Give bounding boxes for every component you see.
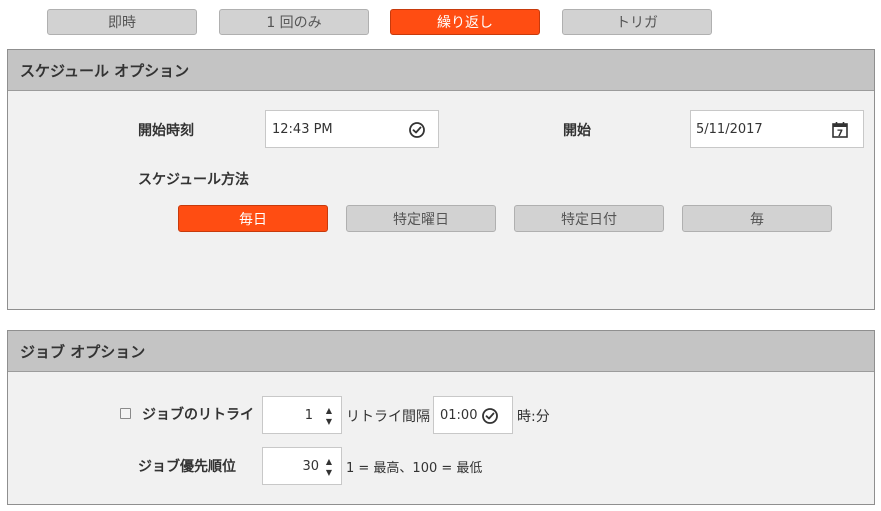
- job-options-header: ジョブ オプション: [8, 331, 874, 372]
- method-every-button[interactable]: 毎: [682, 205, 832, 232]
- schedule-options-header: スケジュール オプション: [8, 50, 874, 91]
- schedule-method-label: スケジュール方法: [138, 172, 250, 188]
- priority-input[interactable]: [263, 448, 319, 484]
- clock-check-icon[interactable]: [408, 121, 426, 139]
- job-options-title: ジョブ オプション: [20, 342, 146, 361]
- schedule-options-panel: スケジュール オプション 開始時刻 開始 7 スケジュール方法 毎日 特定曜日 …: [7, 49, 875, 310]
- spinner-arrows-icon[interactable]: ▲ ▼: [326, 456, 332, 478]
- start-date-field[interactable]: 7: [690, 110, 864, 148]
- method-dates-button[interactable]: 特定日付: [514, 205, 664, 232]
- tab-immediate[interactable]: 即時: [47, 9, 197, 35]
- method-daily-button[interactable]: 毎日: [178, 205, 328, 232]
- retry-interval-unit: 時:分: [517, 409, 550, 425]
- method-weekdays-button[interactable]: 特定曜日: [346, 205, 496, 232]
- schedule-options-title: スケジュール オプション: [20, 61, 190, 80]
- start-time-label: 開始時刻: [138, 123, 194, 139]
- tab-once[interactable]: 1 回のみ: [219, 9, 369, 35]
- priority-field[interactable]: ▲▼: [262, 447, 342, 485]
- retry-interval-field[interactable]: [433, 396, 513, 434]
- job-retry-label: ジョブのリトライ: [142, 407, 254, 423]
- start-time-field[interactable]: [265, 110, 439, 148]
- job-options-panel: ジョブ オプション ジョブのリトライ ▲▼ リトライ間隔 時:分 ジョブ優先順位…: [7, 330, 875, 505]
- retry-interval-input[interactable]: [440, 397, 482, 433]
- retry-count-input[interactable]: [263, 397, 313, 433]
- tab-recurring[interactable]: 繰り返し: [390, 9, 540, 35]
- start-date-input[interactable]: [696, 111, 826, 147]
- spinner-arrows-icon[interactable]: ▲ ▼: [326, 405, 332, 427]
- priority-hint: 1 = 最高、100 = 最低: [346, 461, 483, 476]
- calendar-icon[interactable]: 7: [831, 121, 849, 139]
- start-time-input[interactable]: [272, 111, 402, 147]
- job-retry-checkbox[interactable]: [120, 408, 131, 419]
- tab-trigger[interactable]: トリガ: [562, 9, 712, 35]
- start-date-label: 開始: [563, 123, 591, 139]
- calendar-day-text: 7: [837, 129, 843, 139]
- retry-count-field[interactable]: ▲▼: [262, 396, 342, 434]
- retry-interval-label: リトライ間隔: [346, 409, 430, 425]
- job-priority-label: ジョブ優先順位: [138, 459, 236, 475]
- clock-check-icon[interactable]: [481, 407, 499, 425]
